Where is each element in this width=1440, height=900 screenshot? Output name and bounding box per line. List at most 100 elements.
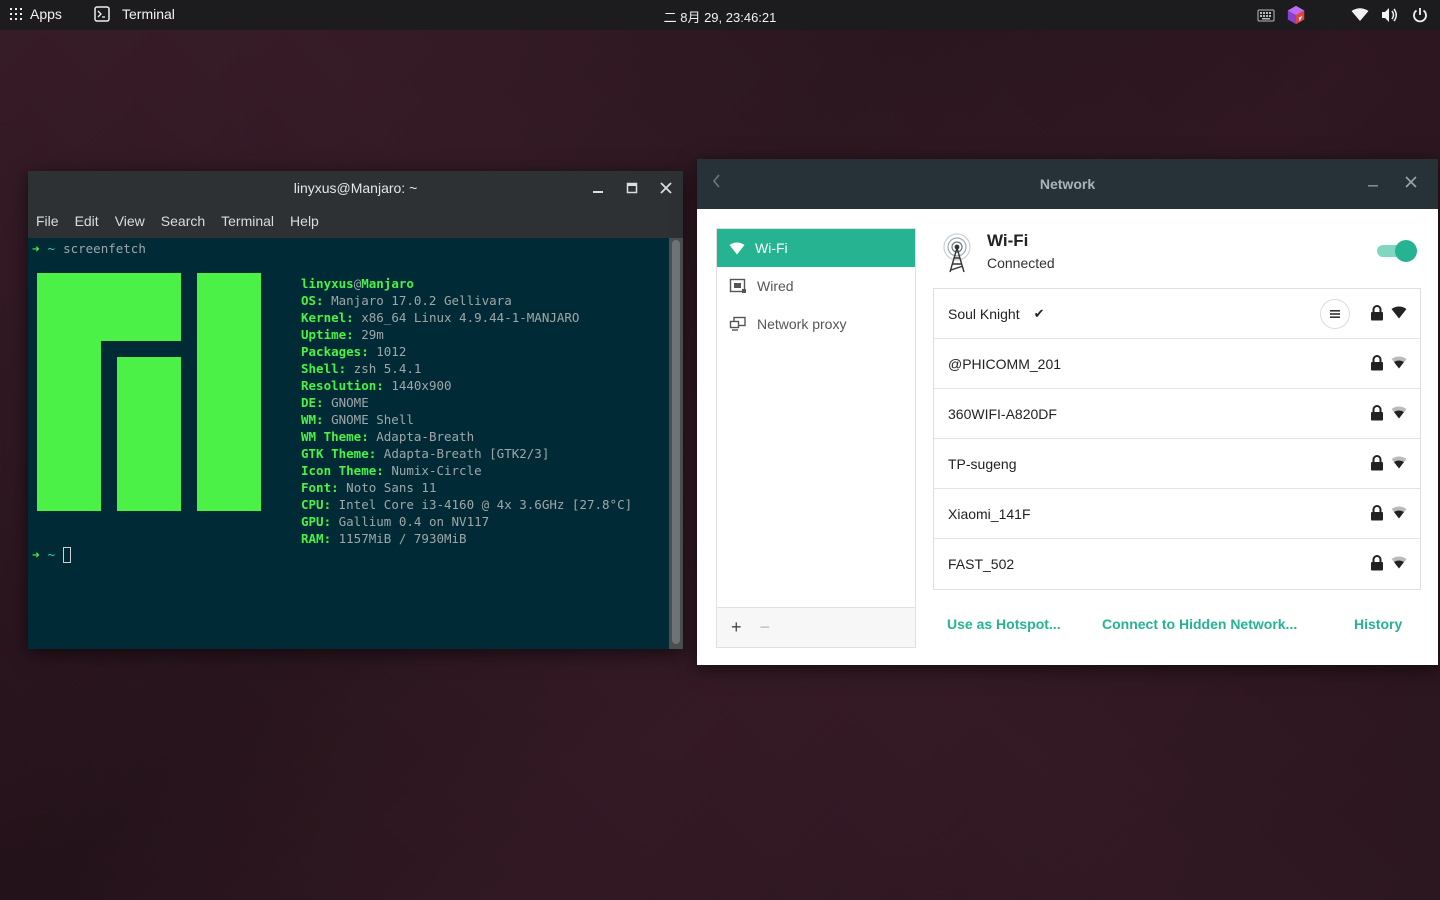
sidebar-item-network-proxy[interactable]: Network proxy bbox=[717, 305, 915, 343]
network-ssid: @PHICOMM_201 bbox=[948, 355, 1062, 372]
connected-check-icon: ✔ bbox=[1033, 305, 1045, 321]
menu-view[interactable]: View bbox=[115, 213, 145, 229]
network-proxy-icon bbox=[729, 316, 746, 331]
wifi-toggle[interactable] bbox=[1377, 240, 1417, 262]
info-key: CPU: bbox=[301, 497, 332, 512]
info-key: Resolution: bbox=[301, 378, 384, 393]
info-value: Adapta-Breath [GTK2/3] bbox=[376, 446, 550, 461]
network-ssid: FAST_502 bbox=[948, 556, 1015, 572]
info-key: Shell: bbox=[301, 361, 347, 376]
network-headerbar[interactable]: Network bbox=[697, 159, 1438, 209]
info-value: Intel Core i3-4160 @ 4x 3.6GHz [27.8°C] bbox=[331, 497, 633, 512]
menu-edit[interactable]: Edit bbox=[75, 213, 99, 229]
info-value: GNOME bbox=[323, 395, 369, 410]
wifi-status: Connected bbox=[987, 255, 1055, 271]
info-host: Manjaro bbox=[361, 276, 414, 291]
network-row[interactable]: Soul Knight ✔ bbox=[934, 289, 1420, 339]
wifi-actions: Use as Hotspot... Connect to Hidden Netw… bbox=[933, 616, 1419, 636]
wifi-signal-icon bbox=[1391, 356, 1407, 369]
terminal-title: linyxus@Manjaro: ~ bbox=[293, 179, 418, 196]
active-app-label: Terminal bbox=[122, 6, 175, 22]
power-icon[interactable] bbox=[1410, 5, 1430, 25]
prompt-line-2: ➜ ~ bbox=[32, 546, 72, 563]
info-key: GTK Theme: bbox=[301, 446, 377, 461]
network-ssid: TP-sugeng bbox=[948, 455, 1017, 472]
back-arrow-icon[interactable] bbox=[711, 173, 721, 192]
wired-icon bbox=[729, 278, 746, 293]
scrollbar-thumb[interactable] bbox=[672, 240, 680, 644]
menu-search[interactable]: Search bbox=[161, 213, 205, 229]
wifi-network-list: Soul Knight ✔ @PHICOMM_201 360WIFI-A820D… bbox=[933, 288, 1421, 590]
info-value: zsh 5.4.1 bbox=[346, 361, 422, 376]
network-ssid: Xiaomi_141F bbox=[948, 505, 1031, 522]
wifi-signal-icon bbox=[1391, 306, 1407, 319]
terminal-output[interactable]: ➜ ~ screenfetch linyxus@Manjaro OS: Manj… bbox=[28, 238, 669, 649]
close-icon[interactable] bbox=[1405, 175, 1417, 191]
info-key: GPU: bbox=[301, 514, 332, 529]
network-row[interactable]: Xiaomi_141F bbox=[934, 489, 1420, 539]
remove-connection-button[interactable]: − bbox=[760, 617, 771, 638]
keyboard-icon[interactable] bbox=[1256, 5, 1276, 25]
network-sidebar: Wi-Fi Wired Network proxy + − bbox=[716, 228, 916, 648]
cube-app-icon[interactable] bbox=[1286, 5, 1306, 25]
wifi-signal-icon bbox=[1391, 406, 1407, 419]
terminal-scrollbar[interactable] bbox=[669, 238, 683, 649]
sidebar-item-wired[interactable]: Wired bbox=[717, 267, 915, 305]
network-title: Network bbox=[1039, 176, 1096, 192]
network-row[interactable]: FAST_502 bbox=[934, 539, 1420, 589]
menu-icon bbox=[1330, 310, 1340, 318]
volume-icon[interactable] bbox=[1380, 5, 1400, 25]
info-value: Gallium 0.4 on NV117 bbox=[331, 514, 490, 529]
manjaro-logo bbox=[37, 273, 261, 511]
sidebar-item-label: Wired bbox=[757, 278, 794, 294]
info-key: OS: bbox=[301, 293, 324, 308]
add-connection-button[interactable]: + bbox=[731, 617, 742, 638]
network-row[interactable]: 360WIFI-A820DF bbox=[934, 389, 1420, 439]
wifi-signal-icon bbox=[1391, 456, 1407, 469]
command-text: screenfetch bbox=[63, 241, 146, 256]
prompt-arrow: ➜ bbox=[32, 241, 40, 256]
info-value: Adapta-Breath bbox=[368, 429, 475, 444]
lock-icon bbox=[1371, 455, 1383, 471]
minimize-icon[interactable] bbox=[588, 178, 608, 198]
info-user: linyxus bbox=[301, 276, 354, 291]
sidebar-item-wifi[interactable]: Wi-Fi bbox=[717, 229, 915, 267]
connect-hidden-network-link[interactable]: Connect to Hidden Network... bbox=[1102, 616, 1297, 632]
minimize-icon[interactable] bbox=[1367, 175, 1379, 191]
history-link[interactable]: History bbox=[1354, 616, 1402, 632]
wifi-signal-icon bbox=[1391, 556, 1407, 569]
network-ssid: Soul Knight bbox=[948, 305, 1020, 322]
menu-terminal[interactable]: Terminal bbox=[221, 213, 274, 229]
prompt-arrow: ➜ bbox=[32, 547, 40, 562]
clock[interactable]: 二 8月 29, 23:46:21 bbox=[664, 10, 777, 25]
network-settings-window: Network Wi-Fi Wired Network proxy + − Wi… bbox=[697, 159, 1438, 665]
menu-help[interactable]: Help bbox=[290, 213, 319, 229]
network-options-button[interactable] bbox=[1320, 299, 1350, 329]
info-key: WM Theme: bbox=[301, 429, 369, 444]
info-value: Manjaro 17.0.2 Gellivara bbox=[323, 293, 512, 308]
sidebar-item-label: Network proxy bbox=[757, 316, 847, 332]
menu-file[interactable]: File bbox=[36, 213, 59, 229]
network-row[interactable]: @PHICOMM_201 bbox=[934, 339, 1420, 389]
lock-icon bbox=[1371, 355, 1383, 371]
terminal-titlebar[interactable]: linyxus@Manjaro: ~ bbox=[28, 171, 683, 204]
lock-icon bbox=[1371, 555, 1383, 571]
prompt-dir: ~ bbox=[47, 241, 56, 256]
use-as-hotspot-link[interactable]: Use as Hotspot... bbox=[947, 616, 1061, 632]
info-value: 29m bbox=[353, 327, 384, 342]
apps-button[interactable]: Apps bbox=[10, 6, 62, 22]
system-info: linyxus@Manjaro OS: Manjaro 17.0.2 Gelli… bbox=[301, 275, 632, 547]
info-key: Uptime: bbox=[301, 327, 354, 342]
network-row[interactable]: TP-sugeng bbox=[934, 439, 1420, 489]
active-app-menu[interactable]: Terminal bbox=[94, 6, 175, 22]
maximize-icon[interactable] bbox=[622, 178, 642, 198]
info-key: Font: bbox=[301, 480, 339, 495]
wifi-status-icon[interactable] bbox=[1350, 5, 1370, 25]
sidebar-footer: + − bbox=[717, 607, 915, 647]
info-key: Icon Theme: bbox=[301, 463, 384, 478]
apps-grid-icon bbox=[10, 8, 22, 20]
info-key: DE: bbox=[301, 395, 324, 410]
info-value: Noto Sans 11 bbox=[338, 480, 437, 495]
prompt-dir: ~ bbox=[47, 547, 56, 562]
close-icon[interactable] bbox=[656, 178, 676, 198]
